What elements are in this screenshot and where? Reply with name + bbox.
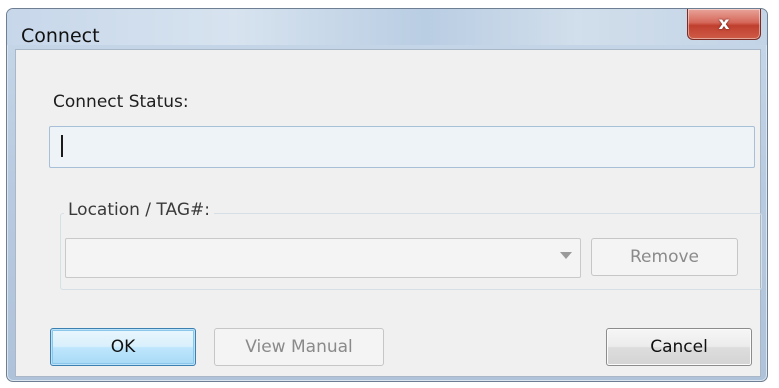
location-group-label: Location / TAG#:: [64, 200, 214, 220]
dialog-title: Connect: [21, 25, 100, 47]
chevron-down-icon[interactable]: [560, 252, 572, 259]
text-caret: [61, 135, 63, 157]
connect-dialog: Connect x Connect Status: Location / TAG…: [6, 8, 768, 382]
ok-button[interactable]: OK: [50, 328, 196, 366]
close-button[interactable]: x: [687, 9, 761, 40]
cancel-button[interactable]: Cancel: [606, 328, 752, 366]
location-combobox[interactable]: [65, 238, 581, 278]
close-icon: x: [718, 14, 730, 34]
dialog-body: Connect Status: Location / TAG#: Remove …: [15, 49, 762, 377]
title-bar[interactable]: Connect x: [7, 9, 767, 47]
view-manual-button[interactable]: View Manual: [214, 328, 384, 366]
connect-status-field[interactable]: [49, 126, 755, 168]
connect-status-label: Connect Status:: [53, 92, 189, 112]
remove-button[interactable]: Remove: [591, 238, 738, 276]
